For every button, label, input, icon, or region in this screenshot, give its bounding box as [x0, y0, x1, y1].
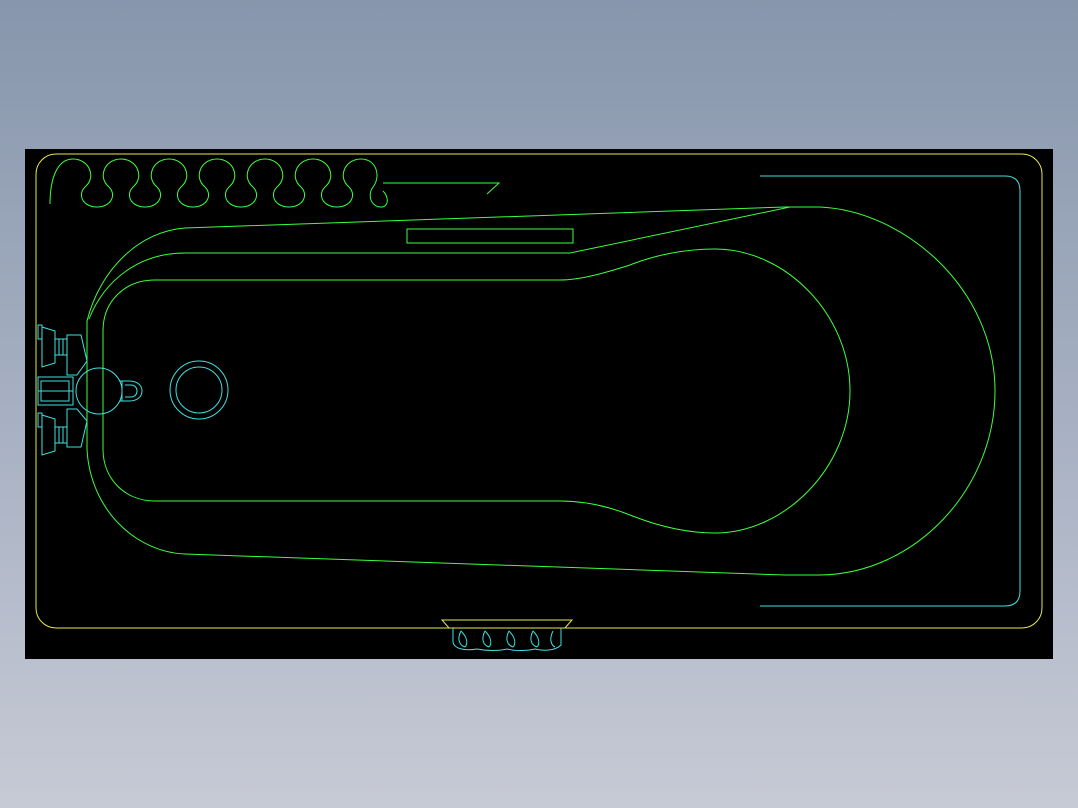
deck-inner-edge — [760, 175, 1021, 607]
bathtub-drawing — [35, 153, 1043, 651]
basin-shelf — [88, 206, 791, 320]
overflow-slot-icon — [406, 228, 574, 244]
tub-outer-rim — [35, 153, 1043, 629]
faucet-icon — [37, 324, 143, 456]
cad-viewport[interactable] — [25, 149, 1053, 659]
basin-inner — [102, 248, 851, 534]
handle-grip-icon — [440, 619, 574, 651]
drain-icon — [169, 360, 229, 420]
wave-border-icon — [49, 158, 388, 208]
basin-outer-rim — [86, 206, 996, 576]
wave-border-tail — [383, 182, 501, 195]
